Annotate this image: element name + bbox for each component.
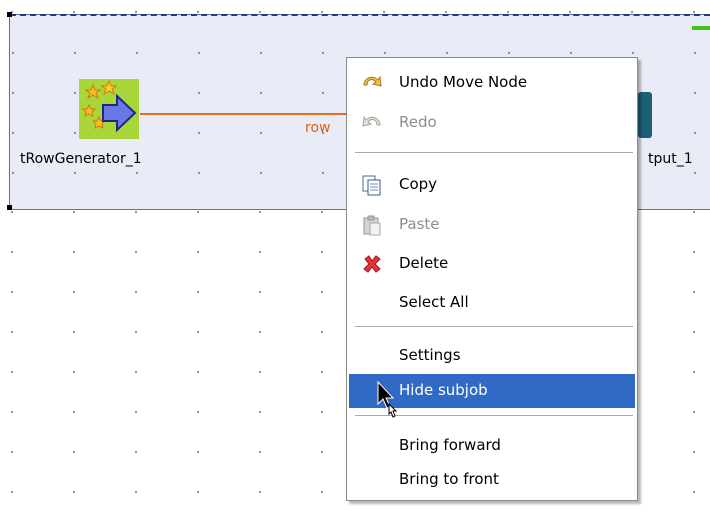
- undo-icon: [361, 72, 383, 94]
- row-connection-line[interactable]: [140, 113, 350, 115]
- subjob-top-border: [10, 14, 710, 16]
- log-output-icon[interactable]: [638, 92, 652, 138]
- menu-item-settings[interactable]: Settings: [349, 339, 635, 373]
- menu-item-delete[interactable]: Delete: [349, 247, 635, 281]
- menu-separator: [355, 152, 633, 154]
- redo-icon: [361, 112, 383, 134]
- context-menu: Undo Move Node Redo Copy Paste Delete Se…: [346, 57, 638, 501]
- menu-item-copy[interactable]: Copy: [349, 168, 635, 202]
- menu-item-bring-forward[interactable]: Bring forward: [349, 429, 635, 463]
- menu-item-redo[interactable]: Redo: [349, 106, 635, 140]
- menu-item-undo-move-node[interactable]: Undo Move Node: [349, 66, 635, 100]
- menu-item-paste[interactable]: Paste: [349, 208, 635, 242]
- paste-icon: [361, 214, 383, 236]
- subjob-collapse-icon[interactable]: [692, 26, 710, 30]
- menu-item-select-all[interactable]: Select All: [349, 286, 635, 320]
- selection-handle[interactable]: [7, 12, 12, 17]
- selection-handle[interactable]: [7, 205, 12, 210]
- connection-label: row: [305, 120, 331, 136]
- component-label-row-generator: tRowGenerator_1: [20, 151, 142, 167]
- mouse-cursor-icon: [376, 380, 400, 432]
- component-label-output: tput_1: [648, 151, 693, 167]
- menu-separator: [355, 326, 633, 328]
- copy-icon: [361, 174, 383, 196]
- delete-icon: [361, 253, 383, 275]
- row-generator-icon[interactable]: [79, 79, 139, 139]
- menu-item-bring-to-front[interactable]: Bring to front: [349, 463, 635, 497]
